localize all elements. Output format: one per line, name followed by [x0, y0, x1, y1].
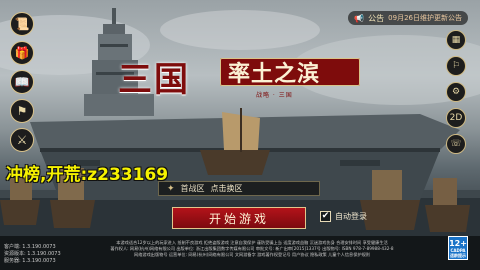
version-info: 客户端: 1.3.190.0073 资源版本: 1.3.190.0073 服务器… — [4, 244, 61, 265]
auto-login-toggle[interactable]: ✔ 自动登录 — [320, 211, 367, 222]
footer: 客户端: 1.3.190.0073 资源版本: 1.3.190.0073 服务器… — [0, 236, 480, 270]
game-logo: 三国 率土之滨 战略 · 三国 — [118, 52, 370, 110]
logo-main-text: 三国 — [118, 60, 190, 100]
auto-login-label: 自动登录 — [335, 212, 367, 221]
notice-icon[interactable]: ⚐ — [446, 56, 466, 76]
gift-icon[interactable]: 🎁 — [10, 41, 34, 65]
age-rating-value: 12+ — [449, 238, 467, 248]
logo-small-text: 战略 · 三国 — [256, 92, 293, 99]
announcement-note: 09月26日维护更新公告 — [388, 14, 462, 22]
server-name: 首战区 — [180, 184, 205, 193]
promo-text: 冲榜,开荒:z233169 — [6, 165, 169, 185]
calendar-icon[interactable]: ▦ — [446, 30, 466, 50]
version-line: 服务器: 1.3.190.0073 — [4, 258, 56, 264]
auto-login-checkbox[interactable]: ✔ — [320, 211, 331, 222]
phone-icon[interactable]: ☏ — [446, 134, 466, 154]
version-line: 客户端: 1.3.190.0073 — [4, 244, 56, 250]
left-menu: 📜 🎁 📖 ⚑ ⚔ — [10, 12, 36, 152]
logo-subtitle: 率土之滨 — [228, 61, 321, 87]
age-rating-badge[interactable]: 12+ CADPA 适龄提示 — [448, 236, 468, 260]
background-scene — [0, 0, 480, 270]
switch-server-link[interactable]: 点击换区 — [211, 183, 243, 194]
right-menu: ▦ ⚐ ⚙ 2D ☏ — [446, 30, 468, 154]
checkmark-icon: ✔ — [321, 211, 330, 221]
swords-icon[interactable]: ⚔ — [10, 128, 34, 152]
announcement-label: 公告 — [368, 13, 385, 23]
age-rating-note: 适龄提示 — [450, 252, 466, 258]
announcement-banner[interactable]: 📢 公告 09月26日维护更新公告 — [348, 11, 468, 25]
legal-text: 本游戏适合12岁以上的玩家进入 抵制不良游戏 拒绝盗版游戏 注意自我保护 谨防受… — [82, 240, 422, 258]
announcement-icon[interactable]: 📜 — [10, 12, 34, 36]
megaphone-icon: 📢 — [354, 13, 365, 23]
version-line: 资源版本: 1.3.190.0073 — [4, 251, 61, 257]
rank-icon[interactable]: ⚑ — [10, 99, 34, 123]
video-icon[interactable]: 2D — [446, 108, 466, 128]
server-status-icon: ✦ — [167, 183, 175, 194]
server-selector[interactable]: ✦ 首战区 点击换区 — [158, 181, 320, 196]
start-game-button[interactable]: 开始游戏 — [172, 207, 306, 229]
settings-icon[interactable]: ⚙ — [446, 82, 466, 102]
aircraft-carrier-illustration — [0, 8, 480, 270]
book-icon[interactable]: 📖 — [10, 70, 34, 94]
legal-line: 网络游戏出版物号 运营单位: 网易(杭州)网络有限公司 文网游备字 游戏著作权登… — [134, 252, 370, 257]
